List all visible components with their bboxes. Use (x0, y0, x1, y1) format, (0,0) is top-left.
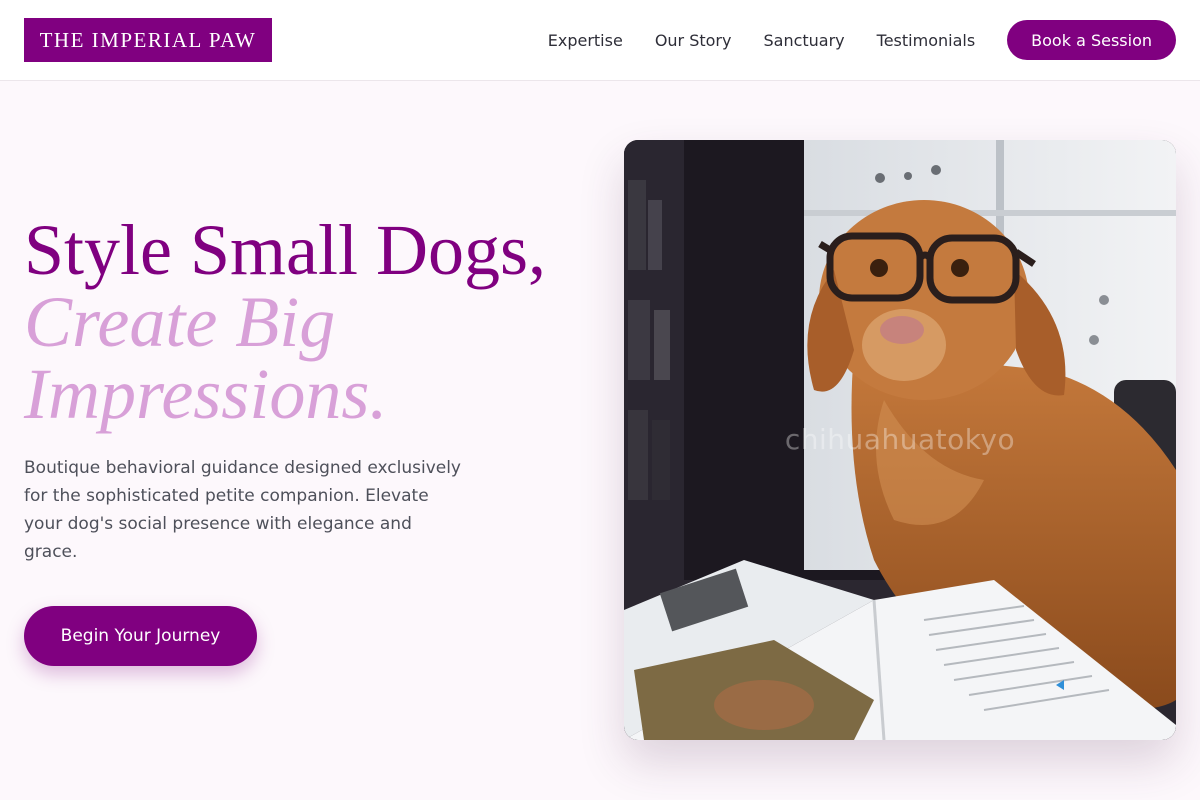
nav-link-testimonials[interactable]: Testimonials (877, 31, 976, 50)
hero-image: chihuahuatokyo (624, 140, 1176, 740)
site-header: THE IMPERIAL PAW Expertise Our Story San… (0, 0, 1200, 81)
book-session-button[interactable]: Book a Session (1007, 20, 1176, 60)
hero-title-line2: Create Big Impressions. (24, 282, 388, 434)
begin-journey-button[interactable]: Begin Your Journey (24, 606, 257, 666)
main-nav: Expertise Our Story Sanctuary Testimonia… (548, 20, 1176, 60)
brand-logo[interactable]: THE IMPERIAL PAW (24, 18, 272, 62)
hero-title: Style Small Dogs, Create Big Impressions… (24, 214, 584, 430)
nav-link-expertise[interactable]: Expertise (548, 31, 623, 50)
hero-title-line1: Style Small Dogs, (24, 210, 547, 290)
nav-link-sanctuary[interactable]: Sanctuary (763, 31, 844, 50)
nav-link-our-story[interactable]: Our Story (655, 31, 732, 50)
hero-description: Boutique behavioral guidance designed ex… (24, 458, 461, 562)
image-watermark: chihuahuatokyo (784, 423, 1016, 456)
